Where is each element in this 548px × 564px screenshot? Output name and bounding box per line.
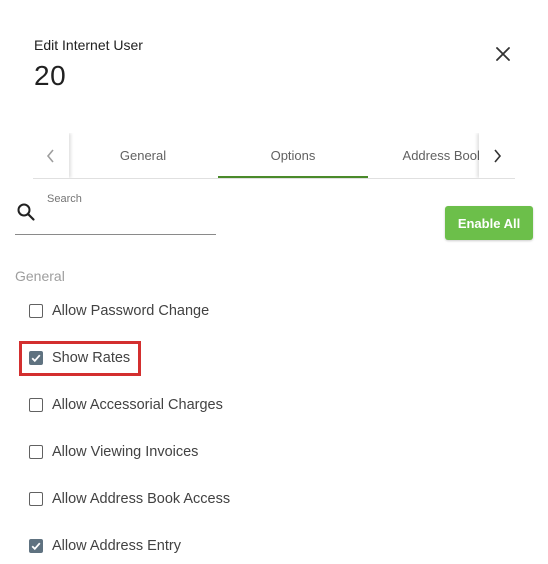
- tab-general[interactable]: General: [68, 133, 218, 178]
- close-icon: [496, 47, 510, 61]
- checkbox[interactable]: [29, 539, 43, 553]
- tab-scroll-right-button[interactable]: [479, 133, 515, 178]
- chevron-left-icon: [46, 148, 54, 163]
- option-allow-viewing-invoices[interactable]: Allow Viewing Invoices: [29, 442, 198, 462]
- search-label: Search: [47, 193, 82, 205]
- option-allow-address-book-access[interactable]: Allow Address Book Access: [29, 489, 230, 509]
- tab-scroll-left-button[interactable]: [33, 133, 69, 178]
- tab-bar: General Options Address Book: [33, 133, 515, 179]
- option-label: Allow Password Change: [52, 303, 210, 319]
- close-button[interactable]: [493, 44, 513, 64]
- option-label: Show Rates: [52, 350, 131, 366]
- check-icon: [31, 542, 41, 551]
- option-allow-address-entry[interactable]: Allow Address Entry: [29, 536, 181, 556]
- option-label: Allow Address Entry: [52, 538, 181, 554]
- dialog-title: 20: [34, 60, 67, 91]
- enable-all-button[interactable]: Enable All: [445, 206, 533, 240]
- chevron-right-icon: [494, 148, 502, 163]
- option-allow-password-change[interactable]: Allow Password Change: [29, 301, 209, 321]
- option-label: Allow Address Book Access: [52, 491, 231, 507]
- dialog-subtitle: Edit Internet User: [34, 37, 143, 53]
- option-label: Allow Viewing Invoices: [52, 444, 199, 460]
- search-input[interactable]: [15, 208, 216, 235]
- tab-options[interactable]: Options: [218, 133, 368, 178]
- active-tab-indicator: [218, 176, 368, 178]
- checkbox[interactable]: [29, 445, 43, 459]
- check-icon: [31, 354, 41, 363]
- checkbox[interactable]: [29, 304, 43, 318]
- checkbox[interactable]: [29, 351, 43, 365]
- option-label: Allow Accessorial Charges: [52, 397, 223, 413]
- option-allow-accessorial-charges[interactable]: Allow Accessorial Charges: [29, 395, 223, 415]
- section-heading-general: General: [15, 268, 65, 284]
- checkbox[interactable]: [29, 398, 43, 412]
- option-show-rates[interactable]: Show Rates: [29, 348, 130, 368]
- checkbox[interactable]: [29, 492, 43, 506]
